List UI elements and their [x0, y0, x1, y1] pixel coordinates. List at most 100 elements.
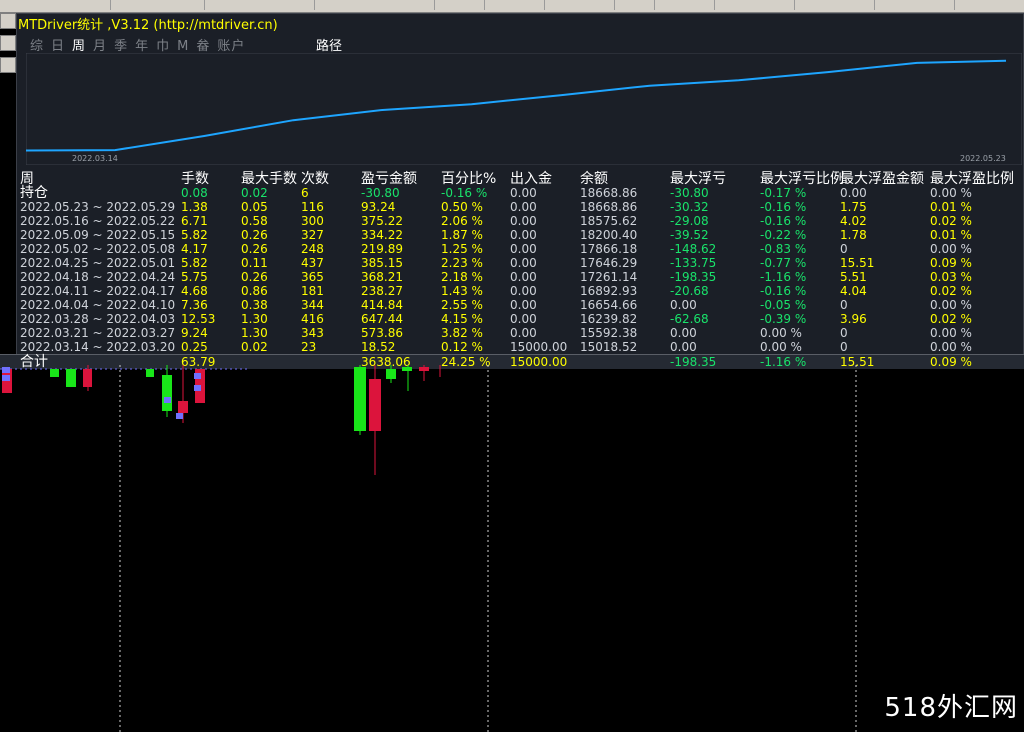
cell-period: 2022.04.11 ~ 2022.04.17	[20, 284, 176, 298]
cell-max-loss: -29.08	[670, 214, 709, 228]
candle-bull	[402, 367, 412, 371]
cell-max-loss: -133.75	[670, 256, 717, 270]
cell-max-lots: 0.26	[241, 228, 268, 242]
table-row[interactable]: 2022.04.18 ~ 2022.04.24 5.75 0.26 365 368.21…	[0, 270, 1024, 284]
cell-pnl: 368.21	[361, 270, 403, 284]
left-tool-button[interactable]	[0, 57, 16, 73]
cell-pct: 1.25 %	[441, 242, 483, 256]
cell-balance: 17646.29	[580, 256, 638, 270]
cell-period: 2022.03.14 ~ 2022.03.20	[20, 340, 176, 354]
toolbar-button[interactable]	[420, 0, 435, 10]
table-row[interactable]: 2022.03.14 ~ 2022.03.20 0.25 0.02 23 18.52 0.…	[0, 340, 1024, 354]
tab-0[interactable]: 综	[30, 39, 44, 54]
cell-flow: 0.00	[510, 214, 537, 228]
tab-6[interactable]: 巾	[156, 39, 170, 54]
cell-balance: 18200.40	[580, 228, 638, 242]
toolbar-button[interactable]	[860, 0, 875, 10]
cell-count: 181	[301, 284, 324, 298]
toolbar-button[interactable]	[780, 0, 795, 10]
stats-table-body: 持仓 0.08 0.02 6 -30.80 -0.16 % 0.00 18668.86 -30.…	[0, 186, 1024, 369]
equity-x-end-label: 2022.05.23	[960, 154, 1006, 163]
toolbar-button[interactable]	[640, 0, 655, 10]
trade-marker	[176, 413, 183, 419]
candle-bull	[50, 369, 59, 377]
trade-marker	[194, 385, 201, 391]
tab-1[interactable]: 日	[51, 39, 65, 54]
cell-max-gain: 15.51	[840, 256, 875, 270]
cell-max-loss: 0.00	[670, 340, 697, 354]
cell-max-loss: 0.00	[670, 326, 697, 340]
tab-3[interactable]: 月	[93, 39, 107, 54]
cell-flow: 0.00	[510, 242, 537, 256]
tab-8[interactable]: 畚	[196, 39, 210, 54]
tab-7[interactable]: M	[177, 39, 189, 54]
header-lots: 手数	[181, 171, 209, 187]
table-row[interactable]: 2022.05.23 ~ 2022.05.29 1.38 0.05 116 93.24 0…	[0, 200, 1024, 214]
cell-max-loss-pct: -0.39 %	[760, 312, 807, 326]
cell-max-loss-pct: 0.00 %	[760, 326, 802, 340]
cell-max-loss-pct: -0.83 %	[760, 242, 807, 256]
toolbar-button[interactable]	[700, 0, 715, 10]
left-tool-button[interactable]	[0, 35, 16, 51]
cell-max-lots: 0.05	[241, 200, 268, 214]
table-row[interactable]: 2022.03.28 ~ 2022.04.03 12.53 1.30 416 647.4…	[0, 312, 1024, 326]
cell-count: 6	[301, 186, 309, 200]
cell-balance: 16239.82	[580, 312, 638, 326]
cell-count: 343	[301, 326, 324, 340]
cell-max-loss-pct: -0.77 %	[760, 256, 807, 270]
cell-max-loss-pct: -0.05 %	[760, 298, 807, 312]
cell-max-gain-pct: 0.00 %	[930, 340, 972, 354]
cell-max-gain-pct: 0.03 %	[930, 270, 972, 284]
toolbar-button[interactable]	[940, 0, 955, 10]
table-row[interactable]: 2022.05.02 ~ 2022.05.08 4.17 0.26 248 219.89…	[0, 242, 1024, 256]
tab-4[interactable]: 季	[114, 39, 128, 54]
tab-9[interactable]: 账户	[217, 39, 245, 54]
cell-balance: 16892.93	[580, 284, 638, 298]
cell-count: 416	[301, 312, 324, 326]
toolbar-button[interactable]	[96, 0, 111, 10]
table-row[interactable]: 2022.04.11 ~ 2022.04.17 4.68 0.86 181 238.27…	[0, 284, 1024, 298]
cell-pct: 2.18 %	[441, 270, 483, 284]
candle-bull	[354, 367, 366, 431]
header-max-loss-pct: 最大浮亏比例	[760, 171, 844, 187]
cell-period: 2022.05.09 ~ 2022.05.15	[20, 228, 176, 242]
cell-max-gain: 0.00	[840, 186, 867, 200]
cell-max-lots: 0.02	[241, 340, 268, 354]
candle-bear	[178, 401, 188, 413]
cell-max-lots: 0.26	[241, 242, 268, 256]
cell-pnl: 238.27	[361, 284, 403, 298]
cell-pnl: 93.24	[361, 200, 396, 214]
cell-pct: 2.06 %	[441, 214, 483, 228]
tab-5[interactable]: 年	[135, 39, 149, 54]
table-row[interactable]: 2022.04.25 ~ 2022.05.01 5.82 0.11 437 385.15…	[0, 256, 1024, 270]
trade-marker	[2, 367, 10, 373]
toolbar-button[interactable]	[190, 0, 205, 10]
table-holding-row[interactable]: 持仓 0.08 0.02 6 -30.80 -0.16 % 0.00 18668.86 -30.…	[0, 186, 1024, 200]
table-row[interactable]: 2022.03.21 ~ 2022.03.27 9.24 1.30 343 573.86…	[0, 326, 1024, 340]
candle-bull	[146, 369, 154, 377]
cell-count: 248	[301, 242, 324, 256]
cell-pct: 3.82 %	[441, 326, 483, 340]
tab-2[interactable]: 周	[72, 39, 86, 54]
header-count: 次数	[301, 171, 329, 187]
toolbar-button[interactable]	[600, 0, 615, 10]
table-row[interactable]: 2022.05.16 ~ 2022.05.22 6.71 0.58 300 375.22…	[0, 214, 1024, 228]
cell-max-gain: 3.96	[840, 312, 867, 326]
cell-max-loss: -20.68	[670, 284, 709, 298]
table-row[interactable]: 2022.05.09 ~ 2022.05.15 5.82 0.26 327 334.22…	[0, 228, 1024, 242]
left-tool-button[interactable]	[0, 13, 16, 29]
cell-count: 437	[301, 256, 324, 270]
cell-lots: 5.82	[181, 256, 208, 270]
cell-max-loss: -62.68	[670, 312, 709, 326]
cell-max-gain: 0	[840, 298, 848, 312]
cell-max-loss-pct: -1.16 %	[760, 270, 807, 284]
table-row[interactable]: 2022.04.04 ~ 2022.04.10 7.36 0.38 344 414.84…	[0, 298, 1024, 312]
toolbar-button[interactable]	[300, 0, 315, 10]
cell-flow: 0.00	[510, 284, 537, 298]
tab-path[interactable]: 路径	[316, 35, 342, 54]
cell-max-gain-pct: 0.01 %	[930, 200, 972, 214]
cell-max-loss: -30.80	[670, 186, 709, 200]
cell-max-lots: 0.11	[241, 256, 268, 270]
toolbar-button[interactable]	[530, 0, 545, 10]
toolbar-button[interactable]	[470, 0, 485, 10]
